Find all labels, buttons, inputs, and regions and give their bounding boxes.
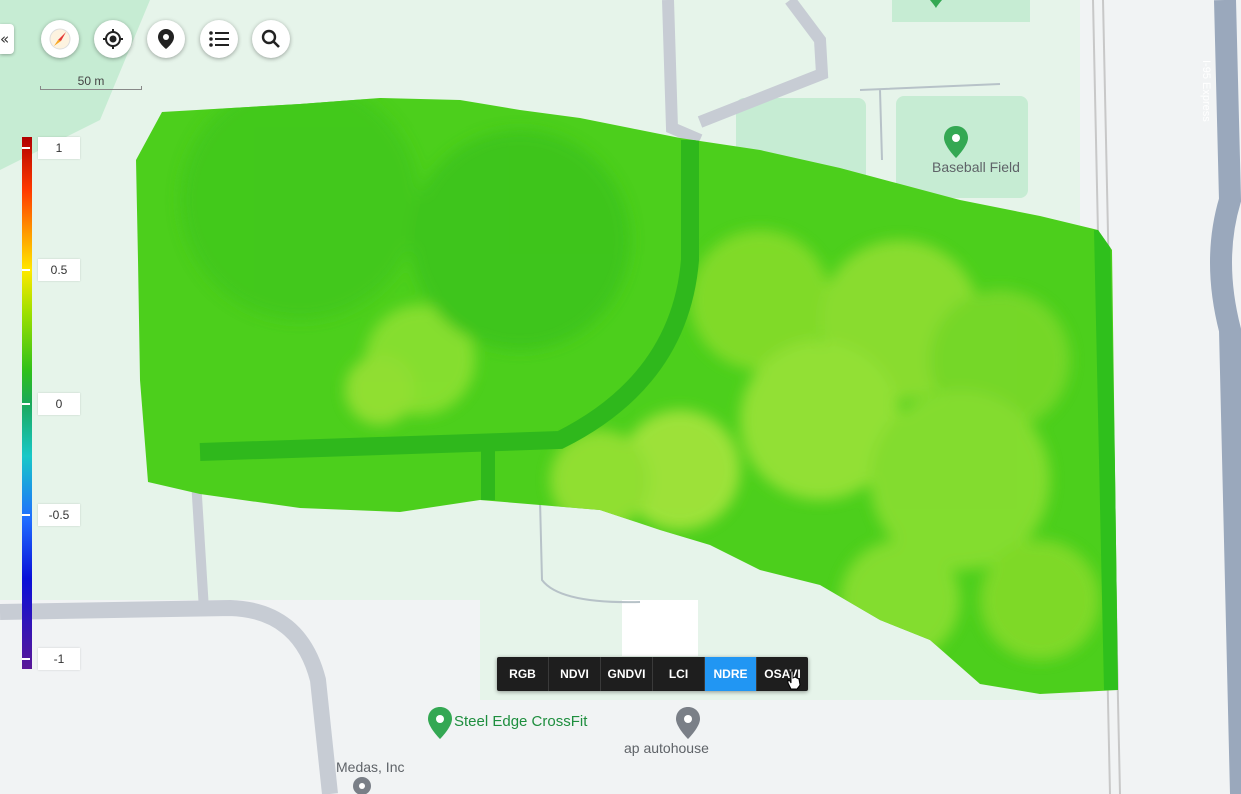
cursor-hand-icon — [787, 670, 801, 690]
pin-icon — [158, 29, 174, 49]
poi-medas-inc[interactable]: Medas, Inc — [336, 759, 404, 775]
layer-rgb-button[interactable]: RGB — [497, 657, 549, 691]
list-button[interactable] — [200, 20, 238, 58]
search-icon — [261, 29, 280, 48]
poi-baseball-field[interactable]: Baseball Field — [932, 159, 1020, 175]
locate-icon — [103, 29, 123, 49]
scale-bar — [40, 86, 142, 90]
layer-ndvi-button[interactable]: NDVI — [549, 657, 601, 691]
legend-tick-neg-0-5: -0.5 — [22, 504, 80, 526]
legend-tick-0: 0 — [22, 393, 80, 415]
layer-lci-button[interactable]: LCI — [653, 657, 705, 691]
road-label-express: I-95 Express — [1200, 60, 1212, 122]
legend-tick-neg-1: -1 — [22, 648, 80, 670]
legend-tick-1: 1 — [22, 137, 80, 159]
map-scale: 50 m — [40, 74, 142, 90]
layer-gndvi-button[interactable]: GNDVI — [601, 657, 653, 691]
poi-ap-autohouse[interactable]: ap autohouse — [624, 740, 709, 756]
list-icon — [209, 31, 229, 47]
search-button[interactable] — [252, 20, 290, 58]
legend-tick-0-5: 0.5 — [22, 259, 80, 281]
locate-button[interactable] — [94, 20, 132, 58]
compass-button[interactable] — [41, 20, 79, 58]
compass-icon — [49, 28, 71, 50]
marker-button[interactable] — [147, 20, 185, 58]
layer-switcher: RGB NDVI GNDVI LCI NDRE OSAVI — [497, 657, 808, 691]
layer-ndre-button[interactable]: NDRE — [705, 657, 757, 691]
poi-steel-edge-crossfit[interactable]: Steel Edge CrossFit — [454, 713, 587, 730]
collapse-panel-button[interactable]: « — [0, 24, 14, 54]
